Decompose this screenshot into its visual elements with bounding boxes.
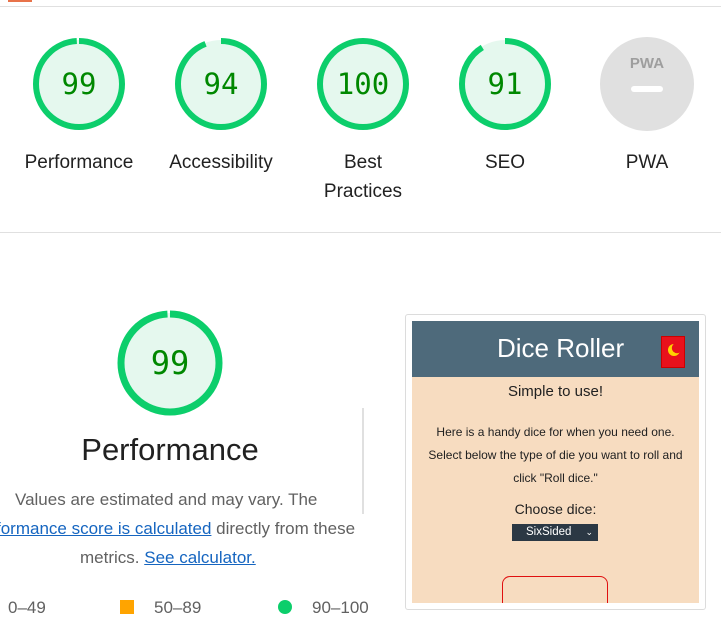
gauge-seo-ring: 91: [459, 38, 551, 130]
gauge-performance-ring: 99: [33, 38, 125, 130]
desc-line-2: formance score is calculated directly fr…: [0, 514, 355, 543]
pwa-badge-icon: PWA: [600, 37, 694, 131]
gauge-accessibility-score: 94: [204, 67, 239, 101]
gauge-best-practices-ring: 100: [317, 38, 409, 130]
legend-fail: 0–49: [8, 598, 46, 618]
performance-big-gauge-ring: 99: [117, 310, 223, 416]
gauge-seo[interactable]: 91 SEO: [440, 36, 570, 177]
gauge-accessibility[interactable]: 94 Accessibility: [156, 36, 286, 177]
gauge-accessibility-ring: 94: [175, 38, 267, 130]
dice-select: SixSided ⌄: [512, 524, 598, 541]
orange-square-icon: [120, 600, 134, 614]
pwa-badge-text: PWA: [630, 55, 664, 72]
dice-select-value: SixSided: [526, 526, 572, 538]
gauge-best-practices[interactable]: 100 Best Practices: [298, 36, 428, 206]
roll-dice-button: [502, 576, 608, 603]
desc-line-3: metrics. See calculator.: [80, 543, 256, 572]
gauge-performance-label: Performance: [24, 152, 134, 173]
theme-toggle-button: [661, 336, 685, 368]
pwa-dash-icon: [631, 86, 663, 92]
desc-line-2-text: directly from these: [211, 519, 356, 538]
moon-icon: [668, 343, 681, 356]
see-calculator-link[interactable]: See calculator.: [144, 548, 256, 567]
gauge-performance[interactable]: 99 Performance: [14, 36, 144, 177]
performance-title: Performance: [81, 432, 259, 467]
section-divider: [0, 232, 721, 233]
chevron-down-icon: ⌄: [585, 527, 593, 537]
green-circle-icon: [278, 600, 292, 614]
legend-average: 50–89: [120, 598, 201, 618]
score-calculated-link[interactable]: formance score is calculated: [0, 519, 211, 538]
app-subtitle: Simple to use!: [507, 383, 604, 400]
app-header: Dice Roller: [412, 321, 699, 377]
gauge-best-practices-label: Best Practices: [323, 152, 403, 202]
choose-dice-label: Choose dice:: [514, 501, 597, 517]
legend-pass: 90–100: [278, 598, 369, 618]
performance-big-score: 99: [151, 344, 190, 382]
performance-big-gauge: 99: [116, 309, 224, 422]
gauge-pwa-label: PWA: [625, 152, 669, 173]
legend-pass-range: 90–100: [312, 598, 369, 617]
gauge-best-practices-score: 100: [337, 67, 389, 101]
gauge-pwa[interactable]: PWA PWA: [582, 36, 712, 177]
legend-average-range: 50–89: [154, 598, 202, 617]
screenshot-viewport: Dice Roller Simple to use! Here is a han…: [412, 321, 699, 603]
final-screenshot[interactable]: Dice Roller Simple to use! Here is a han…: [405, 314, 706, 610]
app-description: Here is a handy dice for when you need o…: [428, 425, 683, 485]
desc-line-3-text: metrics.: [80, 548, 145, 567]
gauge-seo-score: 91: [488, 67, 523, 101]
legend-fail-range: 0–49: [8, 598, 46, 617]
desc-line-1: Values are estimated and may vary. The: [15, 490, 318, 509]
app-title: Dice Roller: [497, 333, 625, 363]
top-accent-mark: [8, 0, 32, 2]
vertical-divider: [362, 408, 364, 514]
gauge-accessibility-label: Accessibility: [169, 152, 273, 173]
gauge-performance-score: 99: [62, 67, 97, 101]
top-divider: [0, 6, 721, 7]
gauge-seo-label: SEO: [484, 152, 526, 173]
